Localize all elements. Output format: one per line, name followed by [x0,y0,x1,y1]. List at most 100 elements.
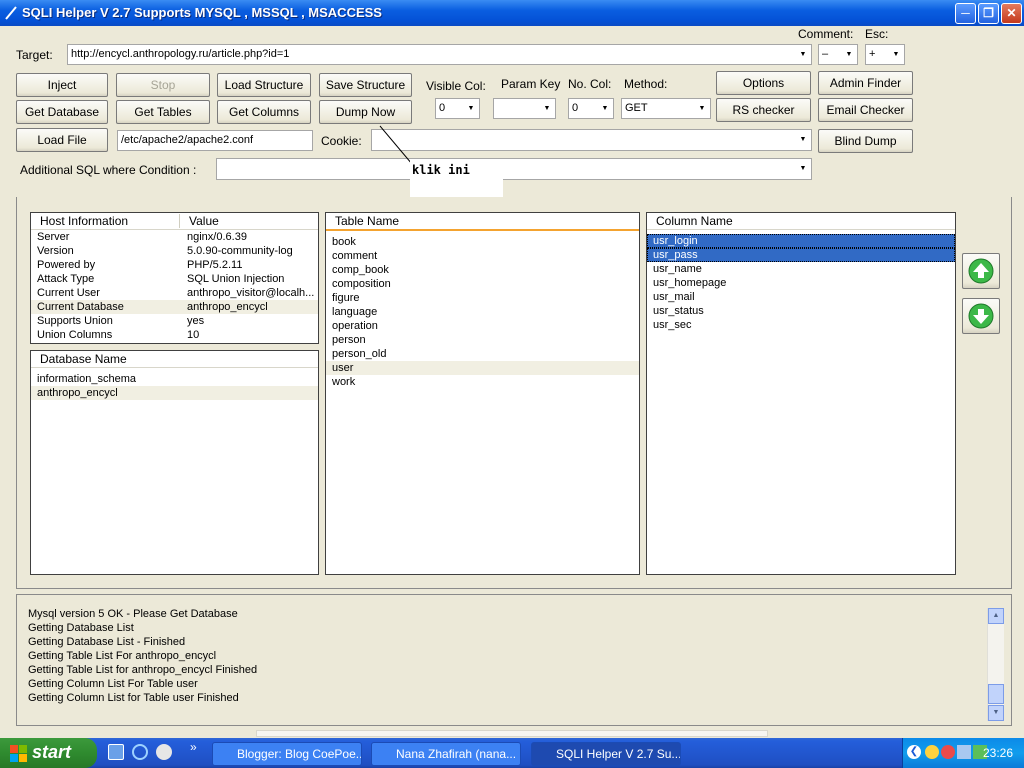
browser-icon[interactable] [132,744,148,760]
load-structure-button[interactable]: Load Structure [217,73,311,97]
host-info-row[interactable]: Powered by PHP/5.2.11 [31,258,318,272]
host-info-key: Powered by [37,259,96,271]
database-col-header[interactable]: Database Name [40,351,127,367]
admin-finder-button[interactable]: Admin Finder [818,71,913,95]
cookie-input[interactable]: ▼ [371,129,812,151]
show-desktop-icon[interactable] [108,744,124,760]
host-info-row[interactable]: Current User anthropo_visitor@localh... [31,286,318,300]
table-col-header[interactable]: Table Name [335,213,399,229]
chevron-down-icon[interactable]: ▼ [795,159,811,179]
load-file-path-input[interactable]: /etc/apache2/apache2.conf [117,130,313,151]
chevron-down-icon[interactable]: ▼ [795,130,811,150]
list-item[interactable]: work [326,375,639,389]
taskbar-item-nana[interactable]: Nana Zhafirah (nana... [371,742,521,766]
chevron-down-icon[interactable]: ▼ [841,45,857,64]
list-item[interactable]: usr_status [647,304,955,318]
save-structure-button[interactable]: Save Structure [319,73,412,97]
list-item-label: usr_mail [653,291,695,303]
list-item[interactable]: composition [326,277,639,291]
chevron-down-icon[interactable]: ▼ [795,45,811,64]
host-info-row[interactable]: Supports Union yes [31,314,318,328]
no-col-select[interactable]: 0 ▼ [568,98,614,119]
log-scrollbar[interactable]: ▲ ▼ [987,608,1004,721]
list-item[interactable]: comp_book [326,263,639,277]
column-col-header[interactable]: Column Name [656,213,733,229]
list-item[interactable]: usr_sec [647,318,955,332]
smiley-icon[interactable] [941,745,955,759]
host-info-list: Server nginx/0.6.39 Version 5.0.90-communit… [31,230,318,342]
list-item-label: composition [332,278,391,290]
email-checker-button[interactable]: Email Checker [818,98,913,122]
host-info-row[interactable]: Version 5.0.90-community-log [31,244,318,258]
horizontal-scroll-thumb[interactable] [256,730,768,737]
list-item[interactable]: anthropo_encycl [31,386,318,400]
additional-sql-input[interactable]: ▼ [216,158,812,180]
get-tables-button[interactable]: Get Tables [116,100,210,124]
chevron-down-icon[interactable]: ▼ [597,99,613,118]
chevron-down-icon[interactable]: ▼ [888,45,904,64]
host-info-value: 5.0.90-community-log [187,245,293,257]
inject-button[interactable]: Inject [16,73,108,97]
options-button[interactable]: Options [716,71,811,95]
list-item[interactable]: comment [326,249,639,263]
host-info-col-header[interactable]: Host Information [40,213,128,229]
list-item[interactable]: user [326,361,639,375]
method-select[interactable]: GET ▼ [621,98,711,119]
dump-now-button[interactable]: Dump Now [319,100,412,124]
title-bar[interactable]: SQLI Helper V 2.7 Supports MYSQL , MSSQL… [0,0,1024,26]
list-item-label: information_schema [37,373,137,385]
list-item[interactable]: usr_name [647,262,955,276]
chevron-double-right-icon[interactable]: » [190,740,197,754]
chevron-down-icon[interactable]: ▼ [539,99,555,118]
chevron-down-icon[interactable]: ▼ [463,99,479,118]
list-item[interactable]: person_old [326,347,639,361]
host-info-panel: Host Information Value Server nginx/0.6.3… [30,212,319,344]
list-item[interactable]: usr_pass [647,248,955,262]
target-input[interactable]: http://encycl.anthropology.ru/article.ph… [67,44,812,65]
chevron-down-icon[interactable]: ▼ [694,99,710,118]
host-info-row[interactable]: Current Database anthropo_encycl [31,300,318,314]
comment-value: – [822,48,829,60]
load-file-button[interactable]: Load File [16,128,108,152]
chevron-left-icon[interactable]: ❮ [907,745,921,759]
comment-label: Comment: [798,27,854,41]
visible-col-select[interactable]: 0 ▼ [435,98,480,119]
close-button[interactable]: ✕ [1001,3,1022,24]
list-item[interactable]: information_schema [31,372,318,386]
list-item[interactable]: person [326,333,639,347]
param-key-select[interactable]: ▼ [493,98,556,119]
host-info-row[interactable]: Union Columns 10 [31,328,318,342]
esc-select[interactable]: + ▼ [865,44,905,65]
host-info-row[interactable]: Server nginx/0.6.39 [31,230,318,244]
media-player-icon[interactable] [156,744,172,760]
host-info-row[interactable]: Attack Type SQL Union Injection [31,272,318,286]
comment-select[interactable]: – ▼ [818,44,858,65]
value-col-header[interactable]: Value [189,213,219,229]
move-down-button[interactable] [962,298,1000,334]
additional-sql-label: Additional SQL where Condition : [20,163,197,177]
move-up-button[interactable] [962,253,1000,289]
list-item[interactable]: usr_mail [647,290,955,304]
taskbar-item-sqli-helper[interactable]: SQLI Helper V 2.7 Su... [531,742,681,766]
chevron-down-icon[interactable]: ▼ [988,705,1004,721]
scroll-thumb[interactable] [988,684,1004,704]
blind-dump-button[interactable]: Blind Dump [818,129,913,153]
list-item[interactable]: language [326,305,639,319]
get-database-button[interactable]: Get Database [16,100,108,124]
list-item[interactable]: usr_homepage [647,276,955,290]
rs-checker-button[interactable]: RS checker [716,98,811,122]
stop-button[interactable]: Stop [116,73,210,97]
list-item[interactable]: usr_login [647,234,955,248]
chevron-up-icon[interactable]: ▲ [988,608,1004,624]
list-item[interactable]: figure [326,291,639,305]
maximize-button[interactable]: ❐ [978,3,999,24]
list-item[interactable]: book [326,235,639,249]
get-columns-button[interactable]: Get Columns [217,100,311,124]
network-icon[interactable] [957,745,971,759]
taskbar-item-blogger[interactable]: Blogger: Blog CoePoe... [212,742,362,766]
minimize-button[interactable]: ─ [955,3,976,24]
start-button[interactable]: start [0,738,97,768]
messenger-icon[interactable] [925,745,939,759]
database-panel: Database Name information_schema anthropo… [30,350,319,575]
list-item[interactable]: operation [326,319,639,333]
